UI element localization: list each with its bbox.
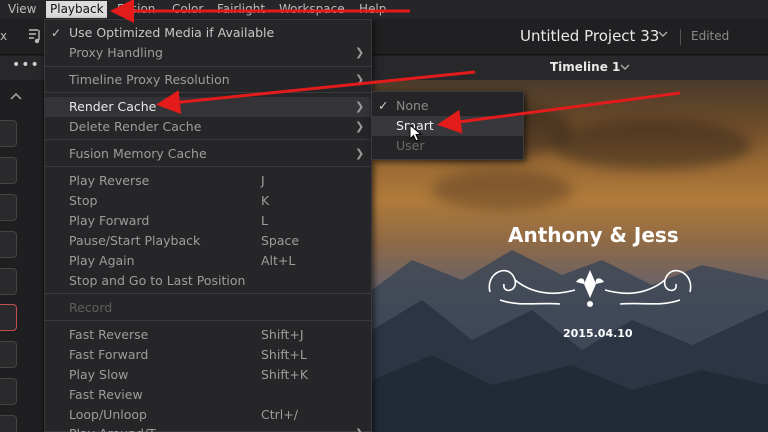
menu-item-play-forward[interactable]: Play Forward L (45, 211, 371, 231)
clip-slot[interactable] (0, 194, 17, 221)
chevron-right-icon: ❯ (355, 147, 365, 160)
menu-divider (45, 66, 371, 67)
menu-item-render-cache[interactable]: Render Cache ❯ (45, 97, 371, 117)
clip-slot-selected[interactable] (0, 304, 17, 331)
render-cache-submenu: ✓ None Smart User (371, 91, 524, 160)
playback-menu: ✓ Use Optimized Media if Available Proxy… (44, 19, 372, 432)
menu-item-timeline-proxy-resolution[interactable]: Timeline Proxy Resolution ❯ (45, 70, 371, 90)
header-divider (680, 29, 681, 45)
title-overlay: Anthony & Jess (508, 223, 679, 247)
clip-slot[interactable] (0, 120, 17, 147)
chevron-down-icon[interactable] (658, 31, 668, 39)
submenu-item-user[interactable]: User (372, 136, 523, 156)
date-overlay: 2015.04.10 (563, 327, 633, 340)
left-panel (0, 80, 44, 432)
checkmark-icon: ✓ (51, 26, 62, 40)
menu-item-play-reverse[interactable]: Play Reverse J (45, 171, 371, 191)
menu-item-fusion-memory-cache[interactable]: Fusion Memory Cache ❯ (45, 144, 371, 164)
chevron-right-icon: ❯ (355, 46, 365, 59)
edit-status: Edited (691, 29, 730, 43)
chevron-right-icon: ❯ (355, 424, 364, 432)
menu-divider (45, 166, 371, 167)
menu-item-play-around[interactable]: Play Around/T ❯ (45, 424, 371, 432)
chevron-down-icon[interactable] (620, 64, 630, 72)
submenu-item-none[interactable]: ✓ None (372, 96, 523, 116)
clip-slot[interactable] (0, 378, 17, 405)
menu-item-fast-review[interactable]: Fast Review (45, 385, 371, 405)
menu-divider (45, 320, 371, 321)
menu-item-fast-forward[interactable]: Fast Forward Shift+L (45, 345, 371, 365)
menu-item-delete-render-cache[interactable]: Delete Render Cache ❯ (45, 117, 371, 137)
mouse-cursor-icon (409, 124, 423, 142)
chevron-up-icon[interactable] (10, 92, 22, 100)
menu-divider (45, 92, 371, 93)
menu-item-pause-start[interactable]: Pause/Start Playback Space (45, 231, 371, 251)
more-options-icon[interactable]: ••• (12, 57, 40, 73)
timeline-name[interactable]: Timeline 1 (550, 60, 620, 74)
menu-view[interactable]: View (4, 1, 40, 18)
menu-help[interactable]: Help (355, 1, 390, 18)
menu-item-loop-unloop[interactable]: Loop/Unloop Ctrl+/ (45, 405, 371, 425)
menu-color[interactable]: Color (168, 1, 207, 18)
menu-workspace[interactable]: Workspace (275, 1, 349, 18)
chevron-right-icon: ❯ (355, 120, 365, 133)
project-title[interactable]: Untitled Project 33 (520, 27, 659, 45)
menu-item-play-slow[interactable]: Play Slow Shift+K (45, 365, 371, 385)
ornament-flourish (488, 269, 692, 307)
menu-item-fast-reverse[interactable]: Fast Reverse Shift+J (45, 325, 371, 345)
chevron-right-icon: ❯ (355, 73, 365, 86)
menu-item-stop-go-last[interactable]: Stop and Go to Last Position (45, 271, 371, 291)
menu-item-use-optimized[interactable]: ✓ Use Optimized Media if Available (45, 23, 371, 43)
clip-slot[interactable] (0, 341, 17, 368)
menu-playback[interactable]: Playback (46, 1, 107, 18)
close-icon[interactable]: x (0, 29, 7, 43)
menu-divider (45, 139, 371, 140)
menu-fusion[interactable]: Fusion (113, 1, 159, 18)
menu-item-proxy-handling[interactable]: Proxy Handling ❯ (45, 43, 371, 63)
checkmark-icon: ✓ (378, 98, 389, 113)
clip-slot[interactable] (0, 268, 17, 295)
menubar: View Playback Fusion Color Fairlight Wor… (0, 0, 768, 19)
music-note-icon[interactable] (26, 27, 42, 45)
submenu-item-smart[interactable]: Smart (372, 116, 523, 136)
menu-item-play-again[interactable]: Play Again Alt+L (45, 251, 371, 271)
clip-slot[interactable] (0, 415, 17, 432)
menu-item-stop[interactable]: Stop K (45, 191, 371, 211)
clip-slot[interactable] (0, 157, 17, 184)
menu-divider (45, 293, 371, 294)
chevron-right-icon: ❯ (355, 100, 365, 113)
menu-item-record[interactable]: Record (45, 298, 371, 318)
menu-fairlight[interactable]: Fairlight (213, 1, 269, 18)
clip-slot[interactable] (0, 231, 17, 258)
